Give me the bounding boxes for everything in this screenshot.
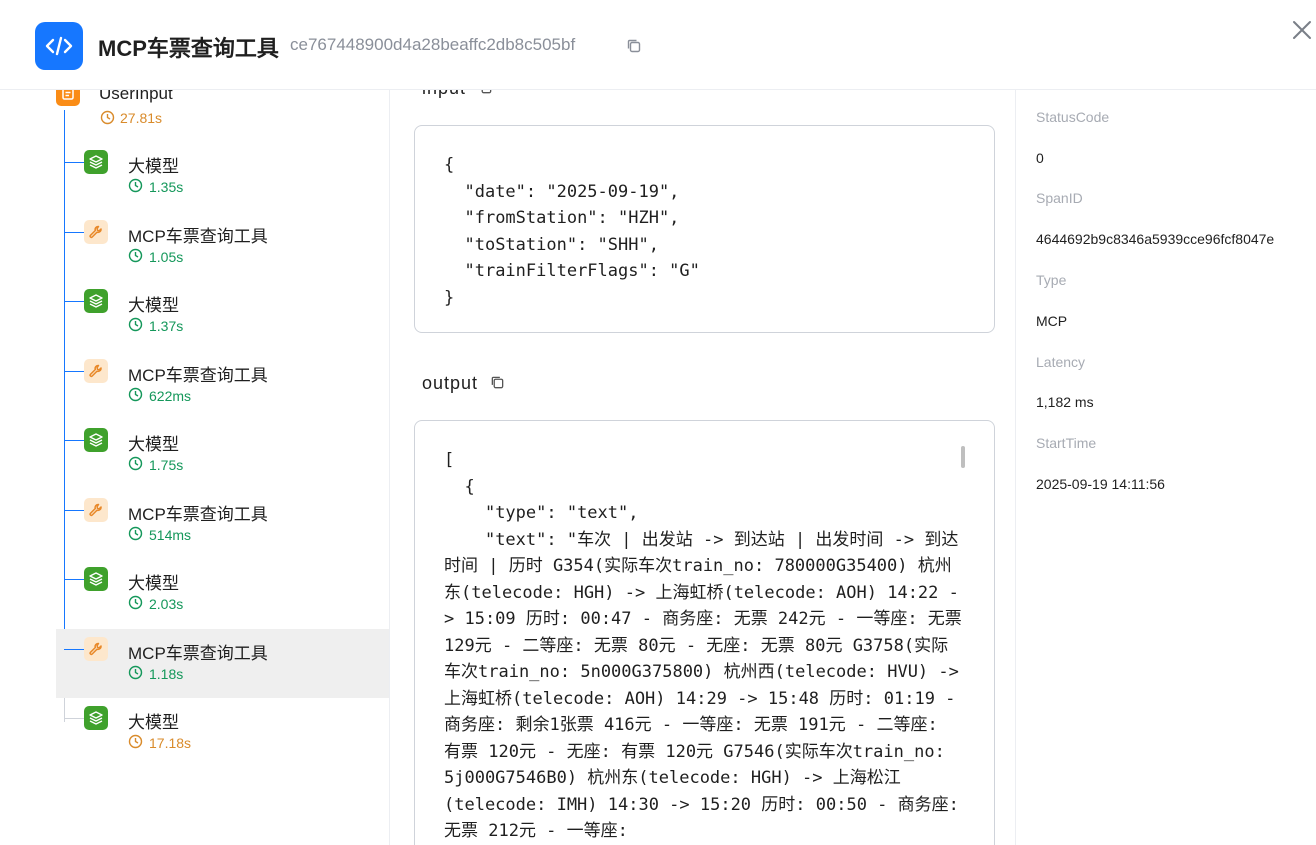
tree-connector xyxy=(64,440,84,441)
wrench-icon xyxy=(84,359,108,383)
wrench-icon xyxy=(84,220,108,244)
latency-value: 1,182 ms xyxy=(1036,394,1094,410)
tree-node-tool[interactable]: MCP车票查询工具 514ms xyxy=(56,490,389,559)
copy-icon[interactable] xyxy=(626,38,642,59)
tree-node-llm[interactable]: 大模型 2.03s xyxy=(56,559,389,628)
tree-node-label: 大模型 xyxy=(128,296,179,315)
clock-icon xyxy=(128,665,143,685)
type-value: MCP xyxy=(1036,313,1068,329)
input-label-text: input xyxy=(422,90,466,98)
tree-connector xyxy=(64,510,84,511)
span-io-panel: input { "date": "2025-09-19", "fromStati… xyxy=(390,90,1015,845)
tree-node-tool[interactable]: MCP车票查询工具 1.18s xyxy=(56,629,389,698)
tree-connector xyxy=(64,649,84,650)
tree-node-label: MCP车票查询工具 xyxy=(128,227,268,246)
start-time-label: StartTime xyxy=(1036,435,1097,451)
trace-id: ce767448900d4a28beaffc2db8c505bf xyxy=(290,35,576,54)
status-code-label: StatusCode xyxy=(1036,109,1110,125)
clock-icon xyxy=(128,178,143,198)
span-tree: UserInput 27.81s 大模型 1.35s MCP车票查询工具 1.05s 大… xyxy=(0,90,390,845)
input-label: input xyxy=(422,90,493,99)
copy-icon[interactable] xyxy=(490,375,505,390)
tree-connector xyxy=(64,232,84,233)
tree-node-label: MCP车票查询工具 xyxy=(128,644,268,663)
tree-node-duration: 514ms xyxy=(149,527,192,543)
layers-icon xyxy=(84,289,108,313)
user-input-icon xyxy=(56,90,80,106)
input-code: { "date": "2025-09-19", "fromStation": "… xyxy=(444,155,700,308)
clock-icon xyxy=(128,317,143,337)
tree-node-label: UserInput xyxy=(99,90,173,103)
tree-node-duration: 27.81s xyxy=(120,110,163,126)
tree-node-llm[interactable]: 大模型 1.75s xyxy=(56,420,389,489)
tree-connector xyxy=(64,162,84,163)
tree-node-duration: 622ms xyxy=(149,388,192,404)
tree-node-duration: 1.37s xyxy=(149,318,184,334)
tree-connector xyxy=(64,371,84,372)
input-box[interactable]: { "date": "2025-09-19", "fromStation": "… xyxy=(414,125,995,333)
layers-icon xyxy=(84,428,108,452)
tree-node-duration: 17.18s xyxy=(149,735,192,751)
tree-node-duration: 2.03s xyxy=(149,596,184,612)
tree-connector xyxy=(64,579,84,580)
output-label-text: output xyxy=(422,373,479,393)
tree-node-llm[interactable]: 大模型 1.35s xyxy=(56,142,389,211)
start-time-value: 2025-09-19 14:11:56 xyxy=(1036,476,1165,492)
span-details: StatusCode 0 SpanID 4644692b9c8346a5939c… xyxy=(1015,90,1316,845)
wrench-icon xyxy=(84,498,108,522)
layers-icon xyxy=(84,567,108,591)
tree-node-tool[interactable]: MCP车票查询工具 1.05s xyxy=(56,212,389,281)
span-id-value: 4644692b9c8346a5939cce96fcf8047e xyxy=(1036,231,1275,247)
clock-icon xyxy=(128,387,143,407)
tree-node-label: MCP车票查询工具 xyxy=(128,505,268,524)
clock-icon xyxy=(128,595,143,615)
output-code: [ { "type": "text", "text": "车次 | 出发站 ->… xyxy=(444,450,962,841)
tree-node-label: 大模型 xyxy=(128,574,179,593)
layers-icon xyxy=(84,150,108,174)
wrench-icon xyxy=(84,637,108,661)
tree-node-duration: 1.35s xyxy=(149,179,184,195)
output-label: output xyxy=(422,373,505,394)
tree-node-tool[interactable]: MCP车票查询工具 622ms xyxy=(56,351,389,420)
clock-icon xyxy=(128,248,143,268)
output-scrollbar[interactable] xyxy=(961,446,965,468)
clock-icon xyxy=(128,526,143,546)
tree-node-llm[interactable]: 大模型 17.18s xyxy=(56,698,389,767)
tree-connector xyxy=(64,301,84,302)
tree-node-llm[interactable]: 大模型 1.37s xyxy=(56,281,389,350)
tree-node-duration: 1.05s xyxy=(149,249,184,265)
copy-icon[interactable] xyxy=(478,90,493,95)
tree-node-label: 大模型 xyxy=(128,157,179,176)
tree-node-duration: 1.75s xyxy=(149,457,184,473)
layers-icon xyxy=(84,706,108,730)
latency-label: Latency xyxy=(1036,354,1086,370)
page-title: MCP车票查询工具 xyxy=(98,36,279,61)
clock-icon xyxy=(100,110,115,130)
status-code-value: 0 xyxy=(1036,150,1044,166)
span-id-label: SpanID xyxy=(1036,190,1083,206)
tree-node-label: 大模型 xyxy=(128,435,179,454)
tree-node-label: 大模型 xyxy=(128,713,179,732)
output-box[interactable]: [ { "type": "text", "text": "车次 | 出发站 ->… xyxy=(414,420,995,845)
tree-node-label: MCP车票查询工具 xyxy=(128,366,268,385)
type-label: Type xyxy=(1036,272,1067,288)
code-icon xyxy=(35,22,83,70)
close-icon[interactable] xyxy=(1290,18,1314,42)
tree-node-duration: 1.18s xyxy=(149,666,184,682)
clock-icon xyxy=(128,734,143,754)
header: MCP车票查询工具 ce767448900d4a28beaffc2db8c505… xyxy=(0,0,1316,90)
tree-connector xyxy=(64,718,84,719)
clock-icon xyxy=(128,456,143,476)
